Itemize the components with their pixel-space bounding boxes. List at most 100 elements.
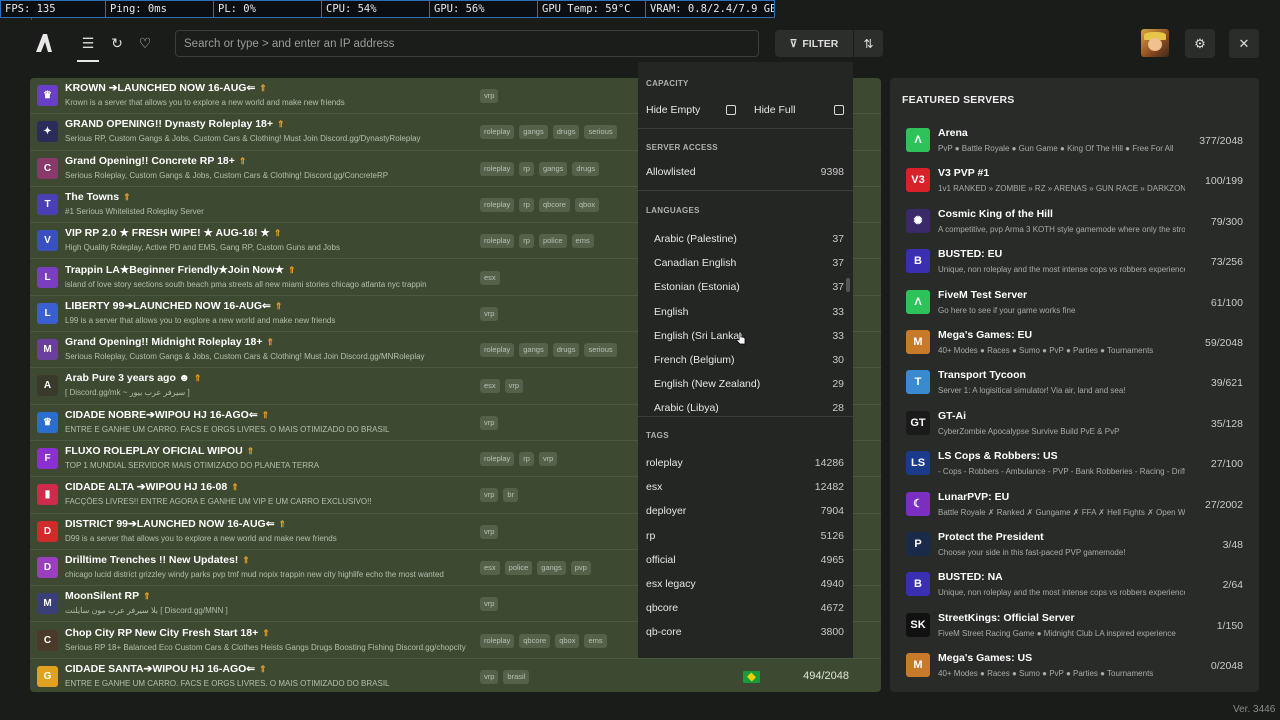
tag-option[interactable]: esx legacy bbox=[646, 578, 696, 590]
server-tag[interactable]: ems bbox=[584, 633, 607, 648]
fivem-logo-icon[interactable] bbox=[34, 32, 54, 54]
server-tag[interactable]: qbcore bbox=[538, 197, 570, 212]
tag-option[interactable]: qbcore bbox=[646, 602, 678, 614]
server-tag[interactable]: vrp bbox=[480, 488, 499, 503]
server-tag[interactable]: police bbox=[504, 560, 533, 575]
language-option[interactable]: English bbox=[654, 306, 688, 318]
server-tag[interactable]: vrp bbox=[480, 597, 499, 612]
server-tag[interactable]: police bbox=[538, 234, 567, 249]
server-tag[interactable]: qbox bbox=[574, 197, 600, 212]
featured-server-row[interactable]: V3 V3 PVP #1 1v1 RANKED » ZOMBIE » RZ » AR… bbox=[890, 159, 1259, 199]
language-option[interactable]: French (Belgium) bbox=[654, 354, 735, 366]
featured-server-row[interactable]: ✺ Cosmic King of the Hill A competitive, p… bbox=[890, 200, 1259, 240]
featured-server-row[interactable]: ☾ LunarPVP: EU Battle Royale ✗ Ranked ✗ Gu… bbox=[890, 483, 1259, 523]
server-tag[interactable]: vrp bbox=[504, 379, 524, 394]
server-tag[interactable]: qbox bbox=[555, 633, 580, 648]
settings-button[interactable]: ⚙ bbox=[1185, 29, 1215, 58]
server-tag[interactable]: roleplay bbox=[480, 633, 515, 648]
server-tag[interactable]: gangs bbox=[519, 343, 548, 358]
hide-full-checkbox[interactable] bbox=[834, 105, 844, 115]
server-tag[interactable]: gangs bbox=[537, 560, 566, 575]
brazil-flag-icon bbox=[743, 670, 760, 683]
featured-server-row[interactable]: SK StreetKings: Official Server FiveM Stre… bbox=[890, 604, 1259, 644]
server-tag[interactable]: br bbox=[503, 488, 519, 503]
server-tag[interactable]: roleplay bbox=[480, 343, 515, 358]
server-tag[interactable]: rp bbox=[519, 234, 534, 249]
language-option[interactable]: Canadian English bbox=[654, 257, 736, 269]
server-tag[interactable]: vrp bbox=[480, 669, 499, 684]
language-option[interactable]: Arabic (Libya) bbox=[654, 402, 719, 414]
server-tag[interactable]: brasil bbox=[503, 669, 530, 684]
server-description: FACÇÕES LIVRES!! ENTRE AGORA E GANHE UM … bbox=[65, 497, 372, 507]
language-option[interactable]: Estonian (Estonia) bbox=[654, 281, 740, 293]
featured-server-description: 40+ Modes ● Races ● Sumo ● PvP ● Parties… bbox=[938, 346, 1154, 355]
server-tag[interactable]: drugs bbox=[552, 343, 580, 358]
filter-button[interactable]: ⊽ FILTER bbox=[775, 30, 853, 57]
favorite-icon[interactable]: ♡ bbox=[135, 33, 155, 53]
server-tag[interactable]: pvp bbox=[570, 560, 591, 575]
avatar[interactable] bbox=[1141, 29, 1169, 57]
list-icon[interactable]: ☰ bbox=[78, 33, 98, 53]
tag-option[interactable]: official bbox=[646, 554, 676, 566]
hide-full-label[interactable]: Hide Full bbox=[754, 104, 795, 116]
featured-server-icon: ☾ bbox=[906, 491, 930, 516]
server-tag[interactable]: rp bbox=[519, 197, 534, 212]
language-option[interactable]: English (Sri Lanka) bbox=[654, 330, 743, 342]
server-name-text: Drilltime Trenches !! New Updates! bbox=[65, 553, 239, 566]
server-tag[interactable]: roleplay bbox=[480, 125, 515, 140]
featured-server-row[interactable]: Λ FiveM Test Server Go here to see if your… bbox=[890, 281, 1259, 321]
server-tag[interactable]: serious bbox=[584, 343, 617, 358]
server-description: D99 is a server that allows you to explo… bbox=[65, 533, 337, 543]
featured-server-row[interactable]: B BUSTED: NA Unique, non roleplay and the … bbox=[890, 563, 1259, 603]
server-tag[interactable]: vrp bbox=[480, 524, 499, 539]
server-tag[interactable]: drugs bbox=[552, 125, 580, 140]
tag-option[interactable]: deployer bbox=[646, 505, 686, 517]
server-tag[interactable]: vrp bbox=[480, 415, 499, 430]
server-tag[interactable]: rp bbox=[519, 452, 534, 466]
tag-option[interactable]: esx bbox=[646, 481, 662, 493]
server-tag[interactable]: roleplay bbox=[480, 234, 515, 249]
server-tag[interactable]: ems bbox=[571, 234, 594, 249]
server-name: Chop City RP New City Fresh Start 18+ ⇑ bbox=[65, 627, 270, 639]
tag-option[interactable]: roleplay bbox=[646, 457, 683, 469]
sort-button[interactable]: ⇅ bbox=[854, 30, 883, 57]
hide-empty-checkbox[interactable] bbox=[726, 105, 736, 115]
language-option[interactable]: English (New Zealand) bbox=[654, 378, 760, 390]
server-tag[interactable]: roleplay bbox=[480, 161, 515, 176]
search-input[interactable] bbox=[184, 31, 758, 56]
server-tag[interactable]: serious bbox=[584, 125, 617, 140]
close-button[interactable]: ✕ bbox=[1229, 29, 1259, 58]
server-tag[interactable]: gangs bbox=[538, 161, 568, 176]
server-tag[interactable]: esx bbox=[480, 379, 500, 394]
server-tag[interactable]: vrp bbox=[480, 306, 499, 321]
language-option[interactable]: Arabic (Palestine) bbox=[654, 233, 737, 245]
server-tag[interactable]: roleplay bbox=[480, 452, 515, 466]
featured-server-row[interactable]: T Transport Tycoon Server 1: A logisitical… bbox=[890, 361, 1259, 401]
tag-option[interactable]: qb-core bbox=[646, 626, 682, 638]
featured-server-row[interactable]: P Protect the President Choose your side i… bbox=[890, 523, 1259, 563]
performance-overlay: FPS: 135 Ping: 0ms PL: 0% CPU: 54% GPU: … bbox=[0, 0, 775, 18]
hide-empty-label[interactable]: Hide Empty bbox=[646, 104, 700, 116]
server-tag[interactable]: vrp bbox=[480, 89, 499, 103]
server-tag[interactable]: gangs bbox=[519, 125, 548, 140]
featured-server-row[interactable]: B BUSTED: EU Unique, non roleplay and the … bbox=[890, 240, 1259, 280]
server-tag[interactable]: esx bbox=[480, 560, 500, 575]
server-tag[interactable]: rp bbox=[519, 161, 534, 176]
tag-option[interactable]: rp bbox=[646, 530, 655, 542]
server-tag[interactable]: qbcore bbox=[519, 633, 551, 648]
server-player-count: 494/2048 bbox=[803, 669, 849, 682]
server-tags: roleplay rp vrp bbox=[480, 452, 558, 466]
featured-server-row[interactable]: GT GT-Ai CyberZombie Apocalypse Survive Bu… bbox=[890, 402, 1259, 442]
server-row[interactable]: G CIDADE SANTA➔WIPOU HJ 16-AGO⇐ ⇑ ENTRE E G… bbox=[30, 659, 881, 692]
server-tag[interactable]: vrp bbox=[538, 452, 558, 466]
language-scrollbar[interactable] bbox=[846, 278, 850, 292]
featured-server-row[interactable]: Λ Arena PvP ● Battle Royale ● Gun Game ● K… bbox=[890, 119, 1259, 159]
history-icon[interactable]: ↻ bbox=[107, 33, 127, 53]
featured-server-row[interactable]: LS LS Cops & Robbers: US - Cops - Robbers … bbox=[890, 442, 1259, 482]
featured-server-row[interactable]: M Mega's Games: US 40+ Modes ● Races ● Sum… bbox=[890, 644, 1259, 684]
allowlisted-option[interactable]: Allowlisted bbox=[646, 166, 696, 178]
server-tag[interactable]: esx bbox=[480, 270, 500, 285]
server-tag[interactable]: drugs bbox=[572, 161, 600, 176]
featured-server-row[interactable]: M Mega's Games: EU 40+ Modes ● Races ● Sum… bbox=[890, 321, 1259, 361]
server-tag[interactable]: roleplay bbox=[480, 197, 515, 212]
